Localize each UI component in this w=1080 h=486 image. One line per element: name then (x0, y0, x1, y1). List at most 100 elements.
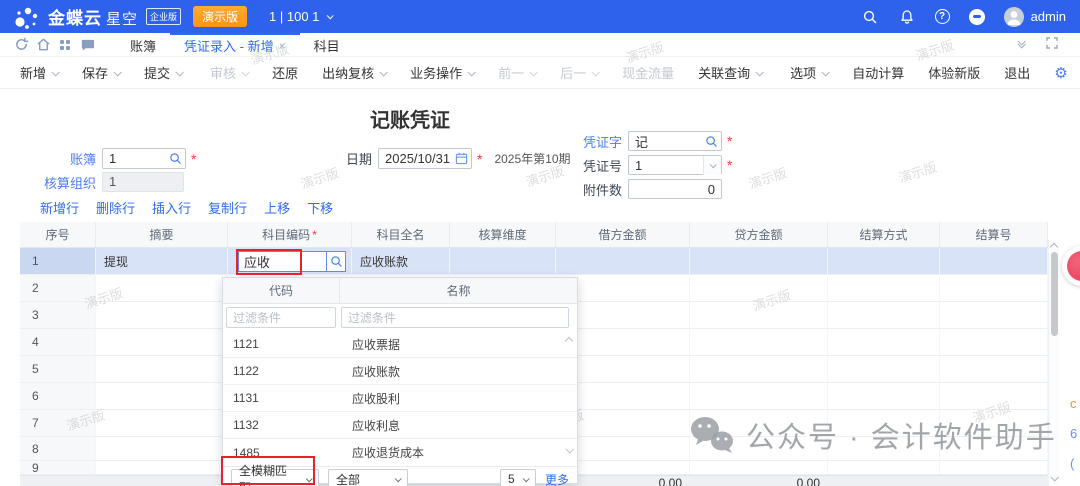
do-not-disturb-icon[interactable] (969, 9, 985, 25)
org-label: 核算组织 (28, 173, 96, 192)
message-icon[interactable] (76, 33, 98, 57)
lookup-option[interactable]: 1131 应收股利 (223, 385, 577, 412)
tab-bar-tools (1018, 36, 1070, 54)
help-icon[interactable]: ? (935, 9, 950, 24)
related-query-button[interactable]: 关联查询 (698, 63, 762, 82)
scope-select[interactable]: 全部 (328, 469, 408, 486)
copy-row-link[interactable]: 复制行 (208, 198, 247, 217)
org-field-row: 核算组织 1 (28, 172, 184, 192)
delete-row-link[interactable]: 删除行 (96, 198, 135, 217)
row-seq: 7 (20, 410, 96, 437)
date-label: 日期 (322, 149, 372, 168)
submit-button[interactable]: 提交 (144, 63, 182, 82)
voucher-word-label: 凭证字 (560, 132, 622, 151)
vertical-scrollbar[interactable] (1048, 240, 1059, 486)
chevron-down-icon (242, 68, 250, 76)
try-new-version-button[interactable]: 体验新版 (928, 63, 980, 82)
exit-button[interactable]: 退出 (1004, 63, 1030, 82)
credit-total: 0.00 (690, 476, 828, 486)
calendar-icon[interactable] (455, 152, 468, 168)
chevron-down-icon (51, 68, 59, 76)
username[interactable]: admin (1031, 9, 1066, 24)
apps-grid-icon[interactable] (54, 33, 76, 57)
chevron-down-icon (468, 68, 476, 76)
lookup-magnifier-icon[interactable] (705, 135, 718, 151)
add-row-link[interactable]: 新增行 (40, 198, 79, 217)
table-row[interactable]: 1 提现 应收账款 (20, 248, 1048, 275)
summary-cell[interactable]: 提现 (96, 248, 228, 275)
tab-accounts[interactable]: 科目 (300, 33, 354, 57)
floating-widget-button[interactable] (1062, 246, 1080, 286)
move-up-link[interactable]: 上移 (264, 198, 290, 217)
close-icon[interactable]: × (279, 39, 286, 53)
required-marker: * (312, 228, 317, 242)
page-title: 记账凭证 (310, 104, 510, 133)
fullscreen-icon[interactable] (1046, 36, 1058, 54)
select-chevron-icon[interactable] (703, 156, 721, 175)
voucher-number-row: 凭证号 * (560, 155, 732, 175)
scroll-up-icon[interactable] (1050, 243, 1058, 251)
more-link[interactable]: 更多 (545, 471, 569, 486)
open-tabs: 账簿 凭证录入 - 新增 × 科目 (116, 33, 354, 57)
lookup-option[interactable]: 1122 应收账款 (223, 358, 577, 385)
options-button[interactable]: 选项 (790, 63, 828, 82)
row-seq: 3 (20, 302, 96, 329)
notifications-bell-icon[interactable] (898, 8, 916, 26)
scroll-down-icon[interactable] (1050, 473, 1058, 481)
row-seq: 4 (20, 329, 96, 356)
restore-button[interactable]: 还原 (272, 63, 298, 82)
account-code-input[interactable] (238, 251, 326, 272)
collapse-double-chevron-icon[interactable] (1018, 42, 1024, 48)
lookup-magnifier-icon[interactable] (169, 152, 182, 168)
lookup-option[interactable]: 1121 应收票据 (223, 331, 577, 358)
required-marker: * (727, 157, 732, 173)
lookup-magnifier-icon[interactable] (326, 251, 346, 272)
match-mode-select[interactable]: 全模糊匹配 (231, 469, 319, 486)
lookup-option[interactable]: 1132 应收利息 (223, 412, 577, 439)
settings-gear-icon[interactable]: ⚙ (1054, 64, 1067, 82)
row-seq: 6 (20, 383, 96, 410)
attachments-input[interactable] (628, 179, 722, 199)
row-seq: 9 (20, 461, 96, 475)
tab-ledger[interactable]: 账簿 (116, 33, 170, 57)
sync-icon[interactable] (10, 33, 32, 57)
save-button[interactable]: 保存 (82, 63, 120, 82)
new-button[interactable]: 新增 (20, 63, 58, 82)
avatar[interactable] (1004, 7, 1024, 27)
ledger-field-row: 账簿 * (28, 148, 196, 169)
audit-button: 审核 (210, 63, 248, 82)
chevron-down-icon (530, 68, 538, 76)
column-header: 摘要 (96, 222, 228, 248)
chevron-down-icon (395, 475, 402, 482)
cashier-review-button[interactable]: 出纳复核 (322, 63, 386, 82)
org-readonly-field: 1 (102, 172, 184, 192)
lookup-footer: 全模糊匹配 全部 5 更多 (223, 466, 577, 486)
name-filter-input[interactable] (341, 307, 569, 328)
edition-badge: 企业版 (146, 8, 181, 25)
move-down-link[interactable]: 下移 (307, 198, 333, 217)
search-icon[interactable] (861, 8, 879, 26)
chevron-down-icon (822, 68, 830, 76)
business-operation-button[interactable]: 业务操作 (410, 63, 474, 82)
insert-row-link[interactable]: 插入行 (152, 198, 191, 217)
organization-selector[interactable]: 1 | 100 1 (269, 9, 332, 24)
column-header: 结算号 (940, 222, 1048, 248)
chevron-down-icon (113, 68, 121, 76)
table-header-row: 序号 摘要 科目编码* 科目全名 核算维度 借方金额 贷方金额 结算方式 结算号 (20, 222, 1048, 248)
chevron-down-icon (176, 68, 184, 76)
page-size-select[interactable]: 5 (500, 469, 536, 486)
demo-version-badge: 演示版 (193, 6, 247, 27)
code-filter-input[interactable] (226, 307, 336, 328)
ledger-label: 账簿 (28, 149, 96, 168)
clipped-widget-fragment: 6 (1070, 426, 1077, 441)
tab-bar: 账簿 凭证录入 - 新增 × 科目 (0, 33, 1080, 57)
date-field-row: 日期 * 2025年第10期 (322, 148, 571, 169)
account-code-cell[interactable] (228, 248, 352, 275)
attachments-row: 附件数 (560, 179, 722, 199)
top-bar: 金蝶云 星空 企业版 演示版 1 | 100 1 ? admin (0, 0, 1080, 33)
home-icon[interactable] (32, 33, 54, 57)
auto-calculate-button[interactable]: 自动计算 (852, 63, 904, 82)
tab-voucher-entry[interactable]: 凭证录入 - 新增 × (170, 33, 300, 57)
column-header: 借方金额 (556, 222, 690, 248)
scrollbar-thumb[interactable] (1051, 252, 1058, 336)
